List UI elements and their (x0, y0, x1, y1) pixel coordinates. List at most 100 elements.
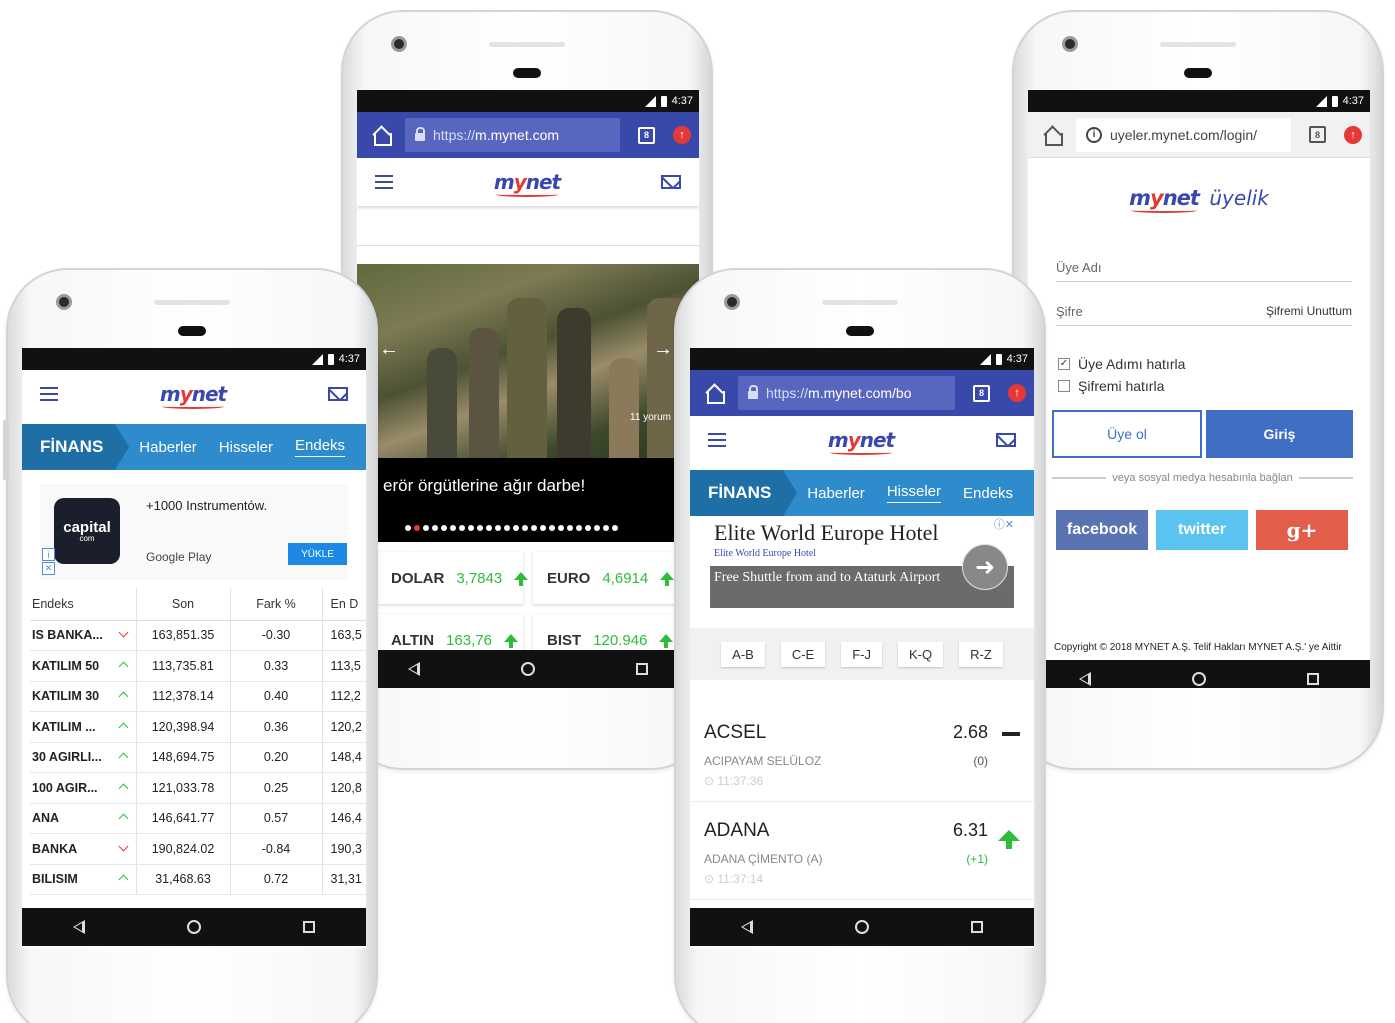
back-icon[interactable] (407, 662, 420, 676)
table-row[interactable]: BANKA 190,824.02 -0.84 190,3 (30, 833, 366, 865)
app-header: mynet (357, 158, 699, 206)
tab-haberler[interactable]: Haberler (807, 485, 865, 502)
back-icon[interactable] (73, 920, 85, 934)
remember-user-checkbox[interactable]: ✓ Üye Adımı hatırla (1058, 356, 1185, 372)
username-field[interactable]: Üye Adı (1056, 252, 1352, 282)
rate-value: 163,76 (446, 631, 492, 649)
filter-a-b[interactable]: A-B (721, 641, 765, 667)
trend-up-icon (112, 864, 136, 895)
google-plus-button[interactable]: g+ (1256, 510, 1348, 550)
mail-icon[interactable] (995, 433, 1016, 447)
index-last: 31,468.63 (135, 864, 230, 895)
url-bar[interactable]: https://m.mynet.com (405, 118, 620, 152)
tab-hisseler[interactable]: Hisseler (219, 439, 273, 456)
filter-r-z[interactable]: R-Z (959, 641, 1003, 667)
password-field[interactable]: Şifre Şifremi Unuttum (1056, 296, 1352, 326)
tab-endeks[interactable]: Endeks (963, 485, 1013, 502)
home-icon[interactable] (1042, 125, 1063, 146)
twitter-button[interactable]: twitter (1156, 510, 1248, 550)
finans-label[interactable]: FİNANS (22, 424, 130, 470)
update-icon[interactable]: ↑ (1344, 125, 1362, 144)
home-icon[interactable] (371, 125, 392, 146)
trend-down-icon (112, 620, 136, 651)
home-circle-icon[interactable] (187, 920, 201, 934)
sensor (846, 326, 874, 336)
back-icon[interactable] (1078, 672, 1091, 686)
next-arrow-icon[interactable]: → (653, 338, 673, 361)
index-name: 100 AGIR... (30, 772, 112, 804)
recents-icon[interactable] (971, 921, 983, 933)
rate-label: ALTIN (391, 631, 435, 649)
home-circle-icon[interactable] (855, 920, 869, 934)
forgot-password-link[interactable]: Şifremi Unuttum (1266, 304, 1352, 318)
hotel-ad[interactable]: Elite World Europe Hotel Elite World Eur… (702, 516, 1018, 614)
mail-icon[interactable] (327, 387, 348, 401)
rate-card-dolar[interactable]: DOLAR 3,7843 (377, 552, 529, 604)
front-camera (56, 294, 72, 310)
tab-switcher-button[interactable]: 8 (973, 384, 990, 402)
table-row[interactable]: IS BANKA... 163,851.35 -0.30 163,5 (30, 620, 366, 651)
recents-icon[interactable] (636, 663, 649, 675)
table-row[interactable]: ANA 146,641.77 0.57 146,4 (30, 803, 366, 834)
table-row[interactable]: KATILIM 30 112,378.14 0.40 112,2 (30, 681, 366, 712)
install-button[interactable]: YÜKLE (288, 543, 347, 565)
stock-price: 6.31 (952, 820, 988, 840)
menu-icon[interactable] (40, 387, 58, 401)
table-row[interactable]: KATILIM 50 113,735.81 0.33 113,5 (30, 650, 366, 682)
home-icon[interactable] (704, 383, 725, 404)
stock-row[interactable]: ACSEL ACIPAYAM SELÜLOZ ⊙ 11:37:36 2.68 (… (690, 704, 1034, 802)
table-row[interactable]: BILISIM 31,468.63 0.72 31,31 (30, 864, 366, 895)
carousel-dots[interactable] (405, 525, 618, 531)
mynet-logo[interactable]: mynet (828, 428, 895, 455)
menu-icon[interactable] (375, 175, 393, 189)
url-bar[interactable]: i uyeler.mynet.com/login/ (1076, 117, 1291, 152)
finans-label[interactable]: FİNANS (690, 470, 798, 516)
mynet-logo[interactable]: mynet (494, 170, 561, 197)
recents-icon[interactable] (1307, 673, 1320, 685)
url-bar[interactable]: https://m.mynet.com/bo (738, 376, 955, 410)
recents-icon[interactable] (303, 921, 315, 933)
col-endeks[interactable]: Endeks (30, 588, 112, 621)
unchanged-icon (1002, 732, 1020, 736)
table-row[interactable]: 30 AGIRLI... 148,694.75 0.20 148,4 (30, 742, 366, 773)
prev-arrow-icon[interactable]: ← (379, 338, 399, 361)
rate-card-euro[interactable]: EURO 4,6914 (533, 552, 683, 604)
ad-arrow-icon[interactable]: ➜ (962, 544, 1008, 590)
back-icon[interactable] (741, 920, 753, 934)
news-image[interactable]: ← → 11 yorum (357, 264, 699, 458)
ad-close-icon[interactable]: ✕ (42, 562, 55, 575)
filter-f-j[interactable]: F-J (841, 641, 883, 667)
index-name: 30 AGIRLI... (30, 742, 112, 773)
signup-button[interactable]: Üye ol (1052, 410, 1202, 458)
tab-switcher-button[interactable]: 8 (1309, 126, 1326, 143)
screen-login: 4:37 i uyeler.mynet.com/login/ 8 ↑ mynet… (1028, 90, 1370, 688)
stock-row[interactable]: ADANA ADANA ÇİMENTO (A) ⊙ 11:37:14 6.31 … (690, 802, 1034, 900)
tab-haberler[interactable]: Haberler (139, 439, 197, 456)
ad-close-icon[interactable]: ⓘ✕ (994, 516, 1014, 532)
facebook-button[interactable]: facebook (1056, 510, 1148, 550)
remember-pass-checkbox[interactable]: Şifremi hatırla (1058, 378, 1164, 394)
filter-c-e[interactable]: C-E (780, 641, 826, 667)
ad-info-icon[interactable]: i (42, 548, 55, 561)
tab-hisseler[interactable]: Hisseler (886, 483, 941, 503)
col-en-dusuk[interactable]: En D (321, 588, 366, 621)
tab-switcher-button[interactable]: 8 (638, 126, 655, 144)
table-row[interactable]: KATILIM ... 120,398.94 0.36 120,2 (30, 711, 366, 743)
menu-icon[interactable] (708, 433, 726, 447)
update-icon[interactable]: ↑ (1008, 384, 1026, 402)
app-ad[interactable]: capital com +1000 Instrumentów. Google Pl… (40, 484, 348, 580)
col-son[interactable]: Son (135, 588, 230, 621)
filter-k-q[interactable]: K-Q (898, 641, 944, 667)
mynet-logo[interactable]: mynet (160, 382, 227, 409)
update-icon[interactable]: ↑ (673, 126, 691, 144)
tab-endeks[interactable]: Endeks (295, 437, 346, 457)
home-circle-icon[interactable] (520, 662, 535, 676)
mail-icon[interactable] (660, 175, 681, 189)
col-fark[interactable]: Fark % (229, 588, 322, 621)
home-circle-icon[interactable] (1191, 672, 1206, 686)
uyelik-text: üyelik (1209, 186, 1269, 210)
login-button[interactable]: Giriş (1206, 410, 1353, 458)
chevron-up-icon (118, 752, 129, 763)
comment-count[interactable]: 11 yorum (630, 412, 671, 423)
table-row[interactable]: 100 AGIR... 121,033.78 0.25 120,8 (30, 772, 366, 804)
